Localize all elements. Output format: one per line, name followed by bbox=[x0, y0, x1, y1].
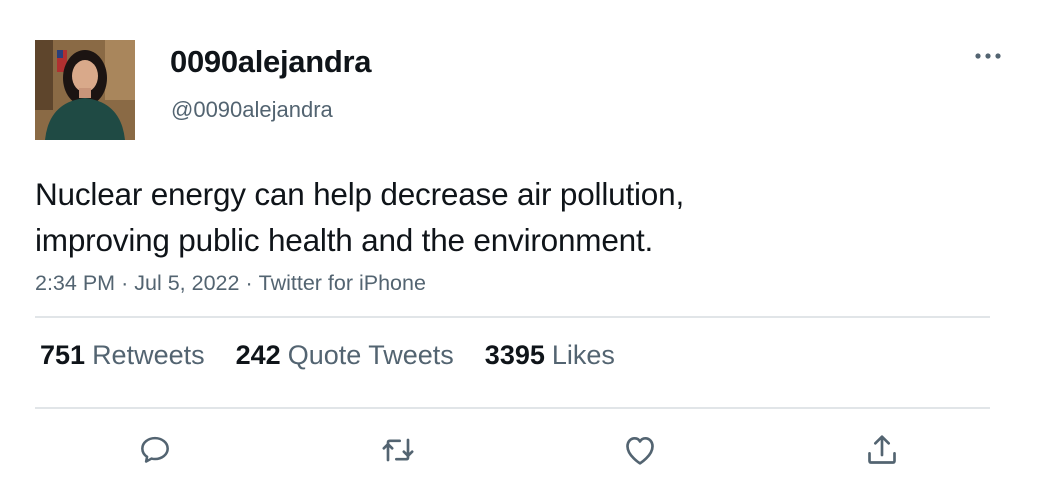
more-horizontal-icon bbox=[975, 53, 1001, 59]
quote-tweets-label: Quote Tweets bbox=[287, 340, 454, 370]
tweet-text-line-2: improving public health and the environm… bbox=[35, 222, 654, 258]
retweet-icon bbox=[382, 438, 414, 462]
tweet-metadata: 2:34 PM · Jul 5, 2022 · Twitter for iPhone bbox=[35, 271, 426, 296]
avatar[interactable] bbox=[35, 40, 135, 140]
likes-label: Likes bbox=[551, 340, 615, 370]
display-name[interactable]: 0090alejandra bbox=[170, 44, 372, 80]
tweet-time[interactable]: 2:34 PM bbox=[35, 271, 115, 295]
user-handle[interactable]: @0090alejandra bbox=[171, 97, 333, 123]
engagement-stats: 751 Retweets 242 Quote Tweets 3395 Likes bbox=[40, 340, 615, 371]
tweet-text-line-1: Nuclear energy can help decrease air pol… bbox=[35, 176, 684, 212]
meta-separator: · bbox=[121, 271, 129, 295]
quote-tweets-stat[interactable]: 242 Quote Tweets bbox=[236, 340, 454, 371]
share-button[interactable] bbox=[860, 428, 904, 472]
reply-button[interactable] bbox=[133, 428, 177, 472]
like-button[interactable] bbox=[618, 428, 662, 472]
share-icon bbox=[868, 435, 896, 464]
retweets-count: 751 bbox=[40, 340, 86, 370]
tweet-source[interactable]: Twitter for iPhone bbox=[259, 271, 426, 295]
more-options-button[interactable] bbox=[968, 42, 1008, 72]
likes-count: 3395 bbox=[484, 340, 545, 370]
reply-icon bbox=[141, 436, 169, 463]
retweets-label: Retweets bbox=[92, 340, 205, 370]
retweets-stat[interactable]: 751 Retweets bbox=[40, 340, 205, 371]
divider-top bbox=[35, 316, 990, 318]
quote-tweets-count: 242 bbox=[235, 340, 281, 370]
heart-icon bbox=[626, 437, 654, 465]
tweet-date[interactable]: Jul 5, 2022 bbox=[134, 271, 239, 295]
profile-photo-icon bbox=[35, 40, 135, 140]
meta-separator: · bbox=[245, 271, 253, 295]
divider-bottom bbox=[35, 407, 990, 409]
tweet-text: Nuclear energy can help decrease air pol… bbox=[35, 171, 965, 263]
likes-stat[interactable]: 3395 Likes bbox=[485, 340, 615, 371]
retweet-button[interactable] bbox=[376, 428, 420, 472]
